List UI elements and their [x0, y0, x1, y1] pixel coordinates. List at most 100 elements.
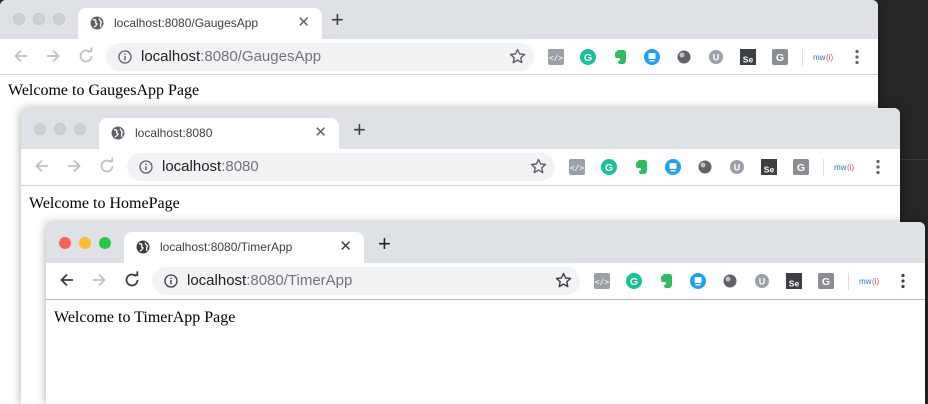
tab-title: localhost:8080	[135, 126, 213, 140]
svg-text:mw: mw	[813, 53, 826, 62]
url-text: localhost:8080	[162, 158, 259, 175]
svg-text:</>: </>	[549, 54, 564, 63]
bookmark-star-icon[interactable]	[509, 48, 526, 65]
toolbar-separator	[823, 159, 824, 176]
svg-text:G: G	[776, 52, 784, 64]
code-view-icon[interactable]: </>	[569, 159, 585, 175]
svg-text:G: G	[822, 276, 830, 288]
grammarly-icon[interactable]: G	[580, 49, 596, 65]
svg-text:G: G	[605, 162, 613, 174]
selenium-icon[interactable]: Se	[761, 159, 777, 175]
mw-icon[interactable]: mw (i)	[834, 159, 858, 175]
svg-text:G: G	[584, 52, 592, 64]
grammarly-icon[interactable]: G	[601, 159, 617, 175]
address-bar[interactable]: localhost:8080	[127, 153, 555, 181]
toolbar-separator	[802, 49, 803, 66]
toolbar-separator	[848, 273, 849, 290]
globe-icon	[111, 126, 125, 140]
reload-icon[interactable]	[123, 271, 141, 289]
zoom-window-button[interactable]	[74, 123, 86, 135]
svg-text:U: U	[734, 163, 741, 173]
svg-text:Se: Se	[764, 165, 775, 175]
zoom-window-button[interactable]	[99, 237, 111, 249]
u-icon[interactable]: U	[708, 49, 724, 65]
welcome-text: Welcome to GaugesApp Page	[8, 82, 200, 99]
svg-text:Se: Se	[789, 279, 800, 289]
info-icon[interactable]	[118, 50, 132, 64]
welcome-text: Welcome to TimerApp Page	[54, 309, 236, 326]
evernote-icon[interactable]	[612, 49, 628, 65]
svg-text:</>: </>	[570, 164, 585, 173]
close-tab-icon[interactable]: ✕	[339, 239, 352, 254]
reload-icon[interactable]	[98, 157, 116, 175]
page-content: Welcome to TimerApp Page	[46, 300, 925, 404]
browser-window-timer: localhost:8080/TimerApp ✕ + localhost:80…	[46, 222, 925, 404]
minimize-window-button[interactable]	[33, 13, 45, 25]
selenium-icon[interactable]: Se	[786, 273, 802, 289]
menu-kebab-icon[interactable]	[876, 159, 880, 175]
close-tab-icon[interactable]: ✕	[297, 15, 310, 30]
reload-icon[interactable]	[77, 47, 95, 65]
back-arrow-icon[interactable]	[33, 157, 51, 175]
code-view-icon[interactable]: </>	[594, 273, 610, 289]
forward-arrow-icon[interactable]	[65, 157, 83, 175]
tab-strip: localhost:8080/TimerApp ✕ +	[46, 222, 925, 263]
close-window-button[interactable]	[59, 237, 71, 249]
tab-home[interactable]: localhost:8080 ✕	[99, 118, 339, 149]
evernote-icon[interactable]	[633, 159, 649, 175]
svg-text:G: G	[797, 162, 805, 174]
lighthouse-icon[interactable]	[644, 49, 660, 65]
close-window-button[interactable]	[13, 13, 25, 25]
svg-text:</>: </>	[595, 278, 610, 287]
lighthouse-icon[interactable]	[665, 159, 681, 175]
close-window-button[interactable]	[34, 123, 46, 135]
new-tab-button[interactable]: +	[331, 9, 344, 31]
bookmark-star-icon[interactable]	[530, 158, 547, 175]
grammarly-icon[interactable]: G	[626, 273, 642, 289]
address-bar[interactable]: localhost:8080/GaugesApp	[106, 43, 534, 71]
url-text: localhost:8080/GaugesApp	[141, 48, 322, 65]
browser-toolbar: localhost:8080/TimerApp </> G U Se G mw(…	[46, 263, 925, 300]
mw-icon[interactable]: mw (i)	[859, 273, 883, 289]
minimize-window-button[interactable]	[54, 123, 66, 135]
lighthouse-icon[interactable]	[690, 273, 706, 289]
evernote-icon[interactable]	[658, 273, 674, 289]
menu-kebab-icon[interactable]	[901, 273, 905, 289]
g-square-icon[interactable]: G	[818, 273, 834, 289]
u-icon[interactable]: U	[729, 159, 745, 175]
back-arrow-icon[interactable]	[12, 47, 30, 65]
welcome-text: Welcome to HomePage	[29, 195, 180, 212]
svg-text:G: G	[630, 276, 638, 288]
info-icon[interactable]	[164, 274, 178, 288]
address-bar[interactable]: localhost:8080/TimerApp	[152, 267, 580, 295]
tab-timer[interactable]: localhost:8080/TimerApp ✕	[124, 232, 364, 263]
tab-strip: localhost:8080 ✕ +	[21, 108, 900, 149]
minimize-window-button[interactable]	[79, 237, 91, 249]
g-square-icon[interactable]: G	[793, 159, 809, 175]
globe-icon	[136, 240, 150, 254]
menu-kebab-icon[interactable]	[855, 49, 859, 65]
new-tab-button[interactable]: +	[378, 233, 391, 255]
svg-text:mw: mw	[834, 163, 847, 172]
forward-arrow-icon[interactable]	[44, 47, 62, 65]
gray-circle-icon[interactable]	[676, 49, 692, 65]
tab-title: localhost:8080/GaugesApp	[114, 16, 259, 30]
back-arrow-icon[interactable]	[58, 271, 76, 289]
bookmark-star-icon[interactable]	[555, 272, 572, 289]
url-text: localhost:8080/TimerApp	[187, 272, 353, 289]
new-tab-button[interactable]: +	[353, 119, 366, 141]
close-tab-icon[interactable]: ✕	[314, 125, 327, 140]
svg-text:mw: mw	[859, 277, 872, 286]
zoom-window-button[interactable]	[53, 13, 65, 25]
svg-text:(i): (i)	[826, 53, 833, 62]
gray-circle-icon[interactable]	[722, 273, 738, 289]
code-view-icon[interactable]: </>	[548, 49, 564, 65]
mw-icon[interactable]: mw (i)	[813, 49, 837, 65]
gray-circle-icon[interactable]	[697, 159, 713, 175]
info-icon[interactable]	[139, 160, 153, 174]
forward-arrow-icon[interactable]	[90, 271, 108, 289]
selenium-icon[interactable]: Se	[740, 49, 756, 65]
g-square-icon[interactable]: G	[772, 49, 788, 65]
tab-gauges[interactable]: localhost:8080/GaugesApp ✕	[78, 8, 322, 39]
u-icon[interactable]: U	[754, 273, 770, 289]
